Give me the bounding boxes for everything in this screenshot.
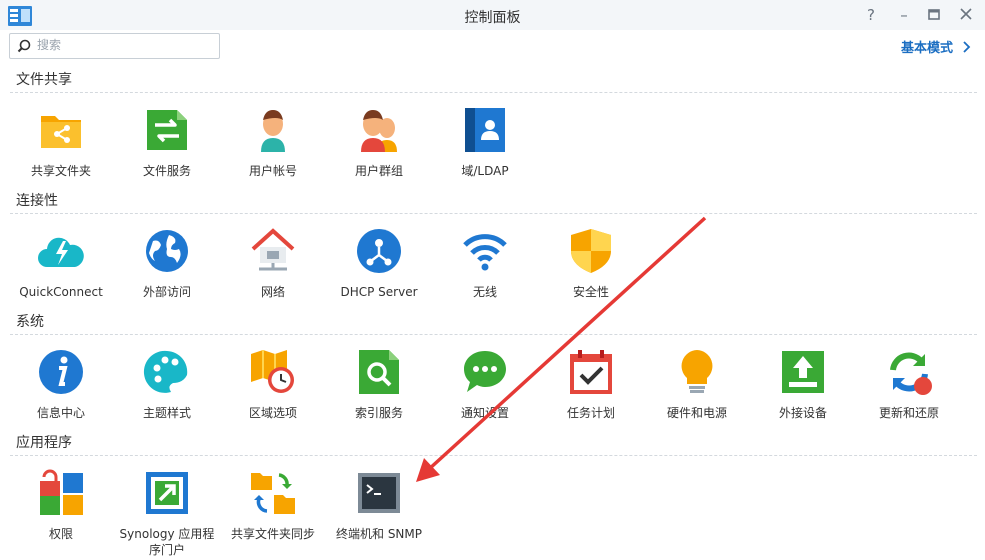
item-label: 共享文件夹 — [30, 164, 91, 178]
lightbulb-icon — [681, 350, 713, 393]
item-label: 外接设备 — [778, 406, 827, 420]
item-terminal-snmp[interactable]: 终端机和 SNMP — [326, 469, 432, 542]
item-theme[interactable]: 主题样式 — [114, 348, 220, 421]
section-divider — [10, 213, 977, 214]
security-shield-icon — [571, 229, 611, 273]
item-external-access[interactable]: 外部访问 — [114, 227, 220, 300]
item-file-services[interactable]: 文件服务 — [114, 106, 220, 179]
item-update-restore[interactable]: 1 更新和还原 — [856, 348, 962, 421]
item-label: 主题样式 — [142, 406, 191, 420]
calendar-check-icon — [570, 350, 612, 394]
item-label: 终端机和 SNMP — [336, 527, 422, 541]
item-user-group[interactable]: 用户群组 — [326, 106, 432, 179]
title-bar: 控制面板 ? – — [0, 0, 985, 30]
maximize-icon[interactable] — [925, 6, 943, 24]
update-refresh-icon — [890, 352, 932, 395]
item-shared-folder[interactable]: 共享文件夹 — [8, 106, 114, 179]
item-regional-options[interactable]: 区域选项 — [220, 348, 326, 421]
item-label: 用户群组 — [354, 164, 403, 178]
item-privileges[interactable]: 权限 — [8, 469, 114, 542]
search-icon — [17, 39, 31, 53]
item-security[interactable]: 安全性 — [538, 227, 644, 300]
item-label: 用户帐号 — [248, 164, 297, 178]
app-portal-icon — [146, 472, 188, 514]
section-title-connectivity: 连接性 — [16, 193, 58, 209]
item-label: QuickConnect — [19, 285, 103, 299]
item-external-devices[interactable]: 外接设备 — [750, 348, 856, 421]
item-wireless[interactable]: 无线 — [432, 227, 538, 300]
item-label: 域/LDAP — [461, 164, 509, 178]
palette-icon — [143, 350, 188, 393]
item-notification[interactable]: 通知设置 — [432, 348, 538, 421]
item-label: 硬件和电源 — [666, 406, 727, 420]
item-label: 网络 — [260, 285, 285, 299]
item-label: DHCP Server — [340, 285, 418, 299]
item-network[interactable]: 网络 — [220, 227, 326, 300]
quickconnect-cloud-icon — [38, 237, 84, 267]
item-user-account[interactable]: 用户帐号 — [220, 106, 326, 179]
index-search-icon — [359, 350, 399, 394]
wifi-icon — [463, 234, 507, 271]
chevron-right-icon — [963, 40, 971, 53]
item-label: 外部访问 — [142, 285, 191, 299]
item-quickconnect[interactable]: QuickConnect — [8, 227, 114, 300]
info-icon — [39, 350, 83, 394]
item-label: 共享文件夹同步 — [230, 527, 315, 541]
domain-directory-icon — [465, 108, 505, 152]
map-clock-icon — [251, 350, 294, 393]
section-divider — [10, 455, 977, 456]
item-label: 信息中心 — [36, 406, 85, 420]
search-input[interactable] — [37, 35, 212, 55]
dhcp-server-icon — [357, 229, 401, 273]
search-box[interactable] — [9, 33, 220, 59]
item-label: 区域选项 — [248, 406, 297, 420]
basic-mode-link[interactable]: 基本模式 — [901, 37, 971, 56]
item-shared-folder-sync[interactable]: 共享文件夹同步 — [220, 469, 326, 542]
network-house-icon — [251, 228, 295, 271]
section-divider — [10, 334, 977, 335]
terminal-icon — [358, 473, 400, 513]
update-count-badge: 1 — [932, 378, 940, 391]
section-divider — [10, 92, 977, 93]
globe-icon — [146, 230, 188, 272]
item-domain-ldap[interactable]: 域/LDAP — [432, 106, 538, 179]
item-label: 更新和还原 — [878, 406, 939, 420]
minimize-icon[interactable]: – — [895, 6, 913, 24]
user-group-icon — [361, 110, 397, 152]
shared-folder-icon — [41, 116, 81, 148]
item-label: 无线 — [472, 285, 497, 299]
item-hardware-power[interactable]: 硬件和电源 — [644, 348, 750, 421]
item-app-portal[interactable]: Synology 应用程序门户 — [114, 469, 220, 558]
section-title-system: 系统 — [16, 314, 44, 330]
section-title-file-sharing: 文件共享 — [16, 72, 72, 88]
item-indexing-service[interactable]: 索引服务 — [326, 348, 432, 421]
item-dhcp-server[interactable]: DHCP Server — [326, 227, 432, 300]
item-label: 权限 — [48, 527, 73, 541]
folder-sync-icon — [251, 473, 295, 514]
item-label: 文件服务 — [142, 164, 191, 178]
external-device-icon — [782, 351, 824, 393]
item-label: 任务计划 — [566, 406, 615, 420]
item-info-center[interactable]: 信息中心 — [8, 348, 114, 421]
close-icon[interactable] — [957, 6, 975, 24]
file-services-icon — [147, 110, 187, 150]
chat-bubble-icon — [464, 351, 506, 392]
item-label: 索引服务 — [354, 406, 403, 420]
item-label: 安全性 — [572, 285, 609, 299]
section-title-applications: 应用程序 — [16, 435, 72, 451]
item-label: Synology 应用程序门户 — [119, 527, 215, 557]
item-label: 通知设置 — [460, 406, 509, 420]
privileges-grid-icon — [40, 469, 83, 515]
help-icon[interactable]: ? — [862, 6, 880, 24]
basic-mode-label: 基本模式 — [900, 41, 953, 56]
user-icon — [261, 110, 285, 152]
window-title: 控制面板 — [464, 10, 521, 26]
item-task-scheduler[interactable]: 任务计划 — [538, 348, 644, 421]
